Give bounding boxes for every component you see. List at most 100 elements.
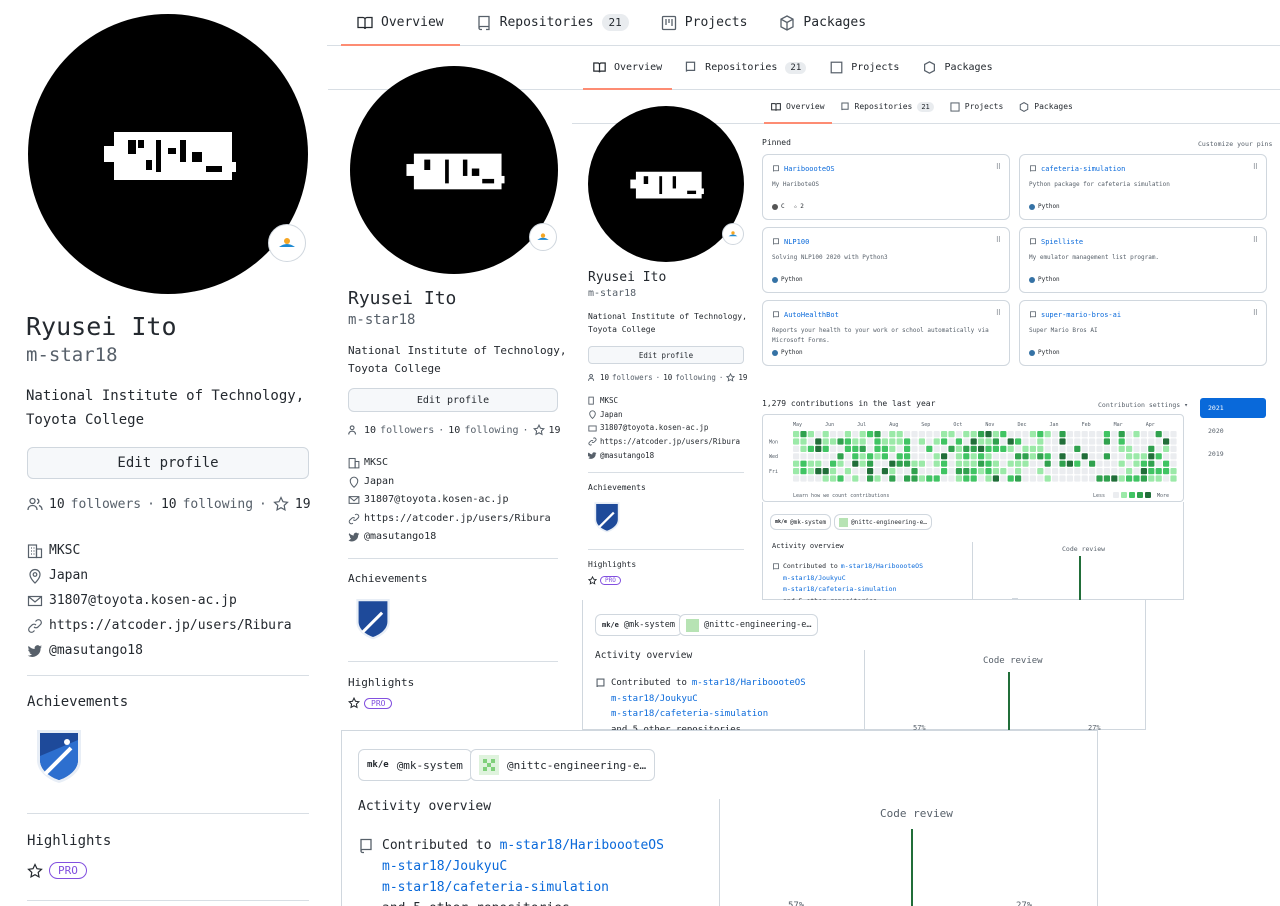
mid-following-count[interactable]: 10 (448, 425, 460, 436)
edit-profile-button[interactable]: Edit profile (27, 447, 309, 479)
contribution-day[interactable] (1118, 453, 1125, 460)
contribution-day[interactable] (1163, 475, 1170, 482)
contribution-day[interactable] (1103, 438, 1110, 445)
contribution-day[interactable] (1015, 468, 1022, 475)
contribution-day[interactable] (896, 445, 903, 452)
contribution-day[interactable] (852, 475, 859, 482)
mid-status-emoji[interactable] (529, 223, 557, 251)
contribution-day[interactable] (1163, 438, 1170, 445)
contribution-day[interactable] (978, 438, 985, 445)
contribution-day[interactable] (1059, 431, 1066, 438)
contribution-day[interactable] (1148, 453, 1155, 460)
contribution-day[interactable] (955, 468, 962, 475)
contribution-day[interactable] (1155, 438, 1162, 445)
contribution-day[interactable] (830, 460, 837, 467)
contribution-day[interactable] (1096, 460, 1103, 467)
contribution-day[interactable] (1126, 445, 1133, 452)
contribution-day[interactable] (1096, 438, 1103, 445)
contribution-day[interactable] (1015, 460, 1022, 467)
contribution-day[interactable] (1148, 468, 1155, 475)
mid-repo-link-2[interactable]: m-star18/JoukyuC (595, 692, 806, 708)
contribution-day[interactable] (1089, 468, 1096, 475)
contribution-day[interactable] (807, 460, 814, 467)
twitter-row[interactable]: @masutango18 (27, 638, 292, 663)
contribution-day[interactable] (822, 468, 829, 475)
contribution-day[interactable] (1059, 460, 1066, 467)
contribution-day[interactable] (1096, 445, 1103, 452)
contribution-day[interactable] (1133, 453, 1140, 460)
email-link[interactable]: 31807@toyota.kosen-ac.jp (49, 588, 237, 613)
contribution-day[interactable] (896, 438, 903, 445)
year-link-2020[interactable]: 2020 (1200, 421, 1266, 441)
small-repo-link-2[interactable]: m-star18/JoukyuC (772, 573, 923, 585)
pinned-card[interactable]: super-mario-bros-ai ⠿ Super Mario Bros AI P… (1019, 300, 1267, 366)
contribution-day[interactable] (918, 468, 925, 475)
contribution-day[interactable] (1044, 475, 1051, 482)
contribution-day[interactable] (830, 431, 837, 438)
website-link[interactable]: https://atcoder.jp/users/Ribura (49, 613, 292, 638)
contribution-day[interactable] (881, 460, 888, 467)
contribution-day[interactable] (1126, 431, 1133, 438)
drag-handle-icon[interactable]: ⠿ (996, 163, 1001, 171)
contribution-day[interactable] (1044, 460, 1051, 467)
contribution-day[interactable] (963, 475, 970, 482)
contribution-day[interactable] (844, 431, 851, 438)
mid-tab-packages[interactable]: Packages (911, 46, 1004, 89)
mid-org-chip-2[interactable]: @nittc-engineering-e… (679, 614, 819, 636)
contribution-day[interactable] (867, 438, 874, 445)
contribution-day[interactable] (948, 445, 955, 452)
contribution-day[interactable] (1029, 475, 1036, 482)
contribution-day[interactable] (867, 453, 874, 460)
contribution-day[interactable] (1074, 431, 1081, 438)
contribution-day[interactable] (978, 453, 985, 460)
contribution-day[interactable] (852, 445, 859, 452)
contribution-day[interactable] (1089, 453, 1096, 460)
contribution-day[interactable] (815, 438, 822, 445)
contribution-day[interactable] (1133, 445, 1140, 452)
contribution-day[interactable] (1140, 453, 1147, 460)
contribution-day[interactable] (889, 431, 896, 438)
contribution-day[interactable] (985, 475, 992, 482)
avatar[interactable] (28, 14, 308, 294)
contribution-day[interactable] (1133, 475, 1140, 482)
contribution-day[interactable] (844, 468, 851, 475)
contribution-day[interactable] (807, 468, 814, 475)
contribution-day[interactable] (911, 431, 918, 438)
contribution-day[interactable] (1148, 460, 1155, 467)
mid-edit-profile-button[interactable]: Edit profile (348, 388, 558, 412)
contribution-day[interactable] (963, 468, 970, 475)
contribution-day[interactable] (1000, 468, 1007, 475)
drag-handle-icon[interactable]: ⠿ (996, 309, 1001, 317)
contribution-day[interactable] (1044, 468, 1051, 475)
contribution-day[interactable] (844, 475, 851, 482)
contribution-day[interactable] (1022, 453, 1029, 460)
contribution-day[interactable] (918, 445, 925, 452)
contribution-day[interactable] (970, 468, 977, 475)
contribution-day[interactable] (881, 431, 888, 438)
contribution-day[interactable] (1089, 475, 1096, 482)
contribution-day[interactable] (1170, 453, 1177, 460)
contribution-day[interactable] (807, 475, 814, 482)
mid-following-label[interactable]: following (464, 425, 518, 436)
contribution-day[interactable] (889, 460, 896, 467)
contribution-day[interactable] (1066, 445, 1073, 452)
contribution-day[interactable] (948, 468, 955, 475)
contribution-day[interactable] (815, 445, 822, 452)
contribution-day[interactable] (941, 460, 948, 467)
contribution-day[interactable] (992, 431, 999, 438)
contribution-day[interactable] (837, 475, 844, 482)
contribution-day[interactable] (1000, 460, 1007, 467)
contribution-day[interactable] (1052, 475, 1059, 482)
contribution-day[interactable] (911, 468, 918, 475)
contribution-day[interactable] (1103, 431, 1110, 438)
pinned-stars[interactable]: 2 (800, 203, 804, 210)
contribution-day[interactable] (1022, 460, 1029, 467)
contribution-day[interactable] (1089, 431, 1096, 438)
contribution-day[interactable] (992, 453, 999, 460)
contribution-day[interactable] (844, 445, 851, 452)
contribution-day[interactable] (1029, 438, 1036, 445)
small-org-chip-2[interactable]: @nittc-engineering-e… (834, 514, 932, 530)
repo-link-1[interactable]: m-star18/HariboooteOS (500, 835, 664, 856)
contribution-day[interactable] (1118, 445, 1125, 452)
contribution-day[interactable] (874, 460, 881, 467)
